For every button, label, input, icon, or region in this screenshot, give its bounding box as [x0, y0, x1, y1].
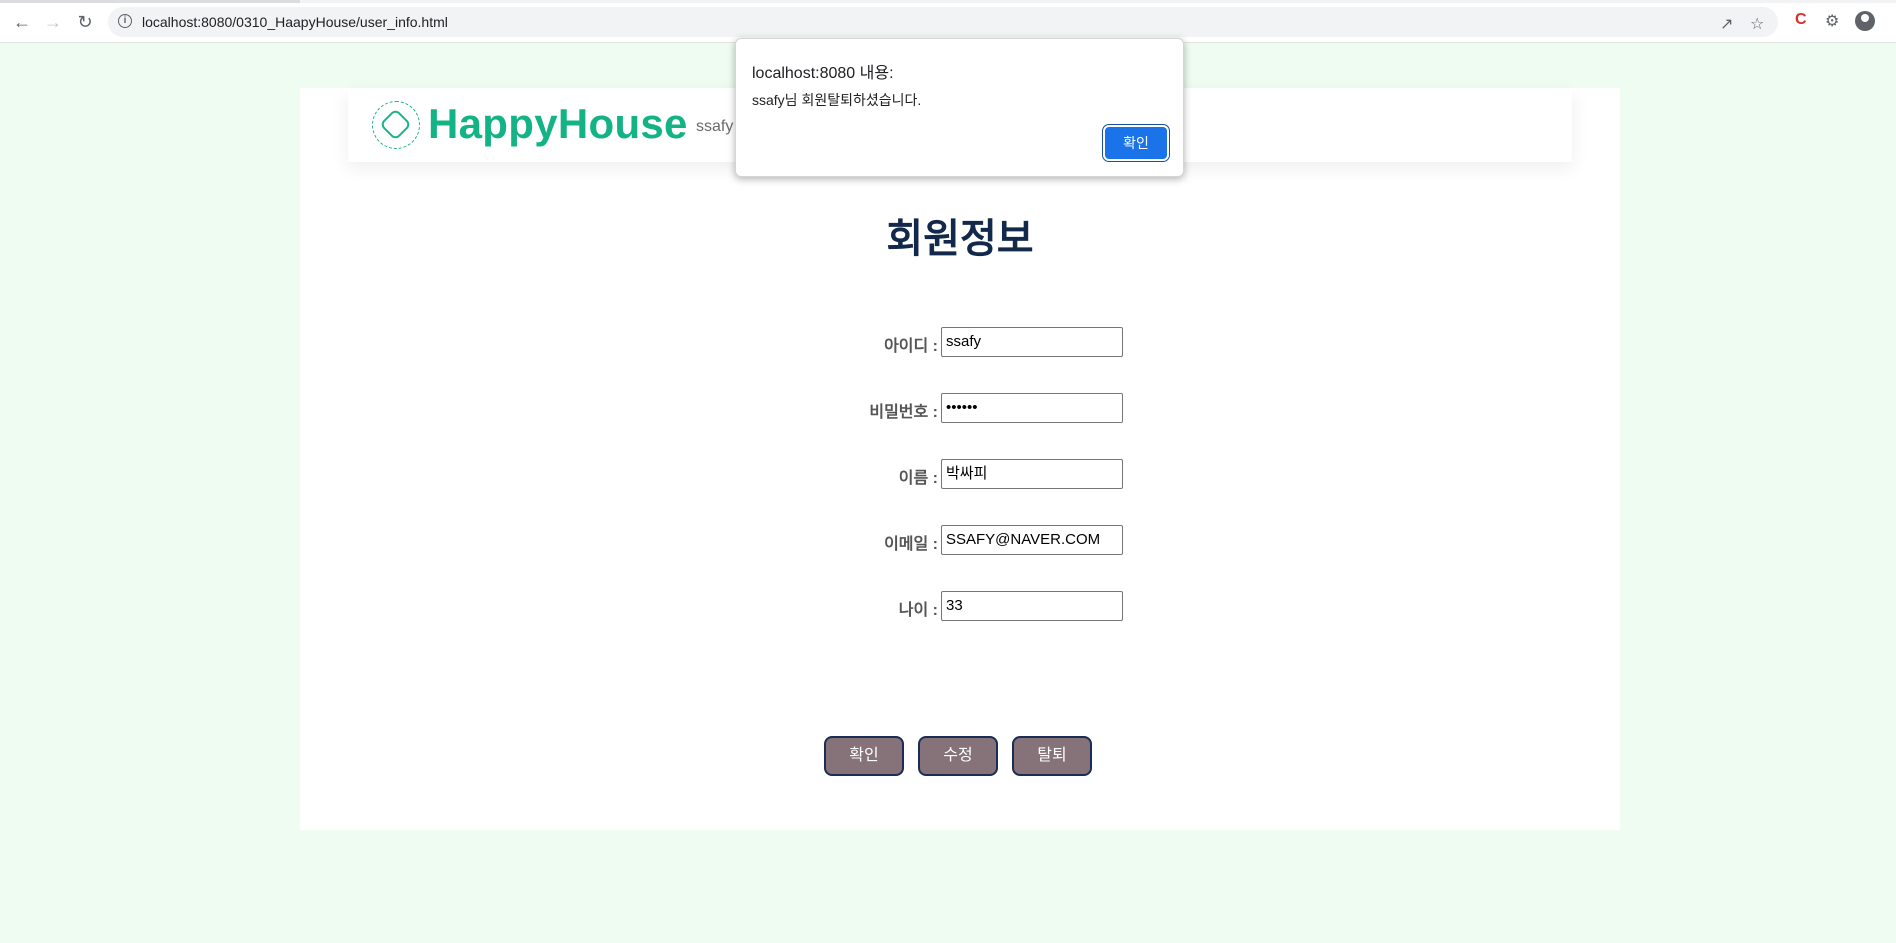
alert-dialog: localhost:8080 내용: ssafy님 회원탈퇴하셨습니다. 확인 — [735, 38, 1184, 177]
name-input[interactable]: 박싸피 — [941, 459, 1123, 489]
content-card: HappyHouse ssafy 회원정보 아이디 : ssafy 비밀번호 :… — [300, 88, 1620, 830]
id-label: 아이디 : — [884, 338, 938, 355]
extension-c-icon[interactable]: C — [1795, 11, 1807, 29]
id-input[interactable]: ssafy — [941, 327, 1123, 357]
forward-icon[interactable]: → — [41, 10, 65, 34]
back-icon[interactable]: ← — [10, 10, 34, 34]
confirm-button[interactable]: 확인 — [824, 736, 904, 776]
dialog-message: ssafy님 회원탈퇴하셨습니다. — [752, 92, 922, 108]
email-label: 이메일 : — [884, 536, 938, 553]
logo-text[interactable]: HappyHouse — [428, 100, 688, 148]
url-text[interactable]: localhost:8080/0310_HaapyHouse/user_info… — [142, 14, 448, 30]
info-icon[interactable]: i — [118, 14, 132, 28]
active-tab-indicator — [0, 0, 300, 3]
puzzle-icon[interactable]: ⚙ — [1825, 11, 1839, 31]
page-title: 회원정보 — [886, 217, 1034, 261]
reload-icon[interactable]: ↻ — [73, 10, 97, 34]
edit-button[interactable]: 수정 — [918, 736, 998, 776]
form-row-age: 나이 : 33 — [300, 591, 1620, 621]
tab-strip — [0, 0, 1896, 3]
age-input[interactable]: 33 — [941, 591, 1123, 621]
header-username: ssafy — [696, 118, 734, 135]
logo-icon[interactable] — [372, 101, 420, 149]
withdraw-button[interactable]: 탈퇴 — [1012, 736, 1092, 776]
address-bar[interactable]: i localhost:8080/0310_HaapyHouse/user_in… — [108, 7, 1778, 37]
name-label: 이름 : — [898, 470, 938, 487]
form-row-id: 아이디 : ssafy — [300, 327, 1620, 357]
form-row-name: 이름 : 박싸피 — [300, 459, 1620, 489]
password-input[interactable]: •••••• — [941, 393, 1123, 423]
share-icon[interactable]: ↗ — [1720, 14, 1733, 34]
form-row-password: 비밀번호 : •••••• — [300, 393, 1620, 423]
age-label: 나이 : — [898, 602, 938, 619]
dialog-ok-button[interactable]: 확인 — [1105, 127, 1167, 159]
form-row-email: 이메일 : SSAFY@NAVER.COM — [300, 525, 1620, 555]
email-input[interactable]: SSAFY@NAVER.COM — [941, 525, 1123, 555]
password-label: 비밀번호 : — [869, 404, 938, 421]
profile-icon[interactable] — [1855, 11, 1875, 31]
dialog-title: localhost:8080 내용: — [752, 65, 894, 82]
star-icon[interactable]: ☆ — [1750, 14, 1764, 34]
browser-toolbar: ← → ↻ i localhost:8080/0310_HaapyHouse/u… — [0, 0, 1896, 43]
